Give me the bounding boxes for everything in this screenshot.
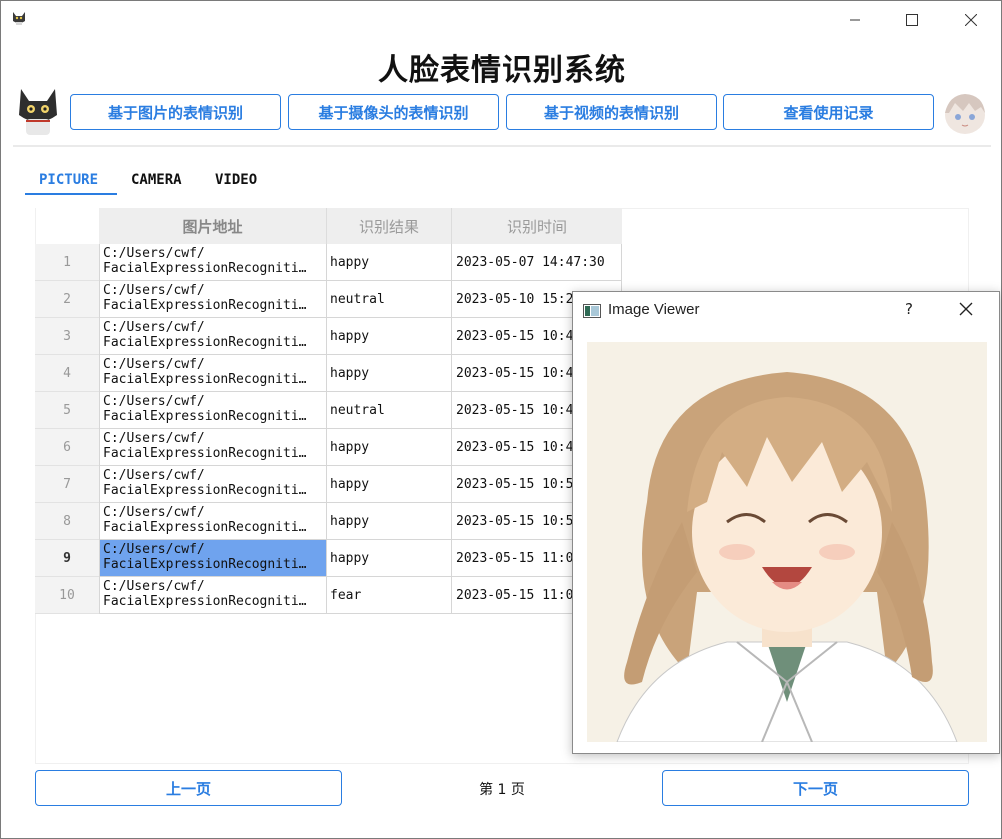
path-line-2: FacialExpressionRecogniti… — [103, 557, 307, 572]
path-cell[interactable]: C:/Users/cwf/FacialExpressionRecogniti… — [99, 355, 327, 392]
anime-girl-image — [587, 342, 987, 742]
path-line-2: FacialExpressionRecogniti… — [103, 261, 307, 276]
maximize-button[interactable] — [897, 7, 927, 33]
path-line-2: FacialExpressionRecogniti… — [103, 594, 307, 609]
viewer-title: Image Viewer — [608, 301, 700, 318]
column-header-time[interactable]: 识别时间 — [452, 208, 622, 244]
path-cell[interactable]: C:/Users/cwf/FacialExpressionRecogniti… — [99, 244, 327, 281]
result-cell[interactable]: happy — [327, 355, 452, 392]
page-indicator: 第 1 页 — [479, 782, 525, 798]
result-cell[interactable]: happy — [327, 466, 452, 503]
path-line-2: FacialExpressionRecogniti… — [103, 335, 307, 350]
path-line-2: FacialExpressionRecogniti… — [103, 446, 307, 461]
usage-history-button[interactable]: 查看使用记录 — [723, 94, 934, 130]
table-row[interactable]: 10 C:/Users/cwf/FacialExpressionRecogniti… — [35, 577, 622, 614]
row-number[interactable]: 1 — [35, 244, 99, 281]
tab-camera[interactable]: CAMERA — [131, 172, 182, 188]
path-cell[interactable]: C:/Users/cwf/FacialExpressionRecogniti… — [99, 577, 327, 614]
result-cell[interactable]: happy — [327, 318, 452, 355]
path-cell[interactable]: C:/Users/cwf/FacialExpressionRecogniti… — [99, 466, 327, 503]
path-line-2: FacialExpressionRecogniti… — [103, 409, 307, 424]
path-line-1: C:/Users/cwf/ — [103, 394, 205, 409]
maximize-icon — [906, 14, 918, 26]
table-row[interactable]: 6 C:/Users/cwf/FacialExpressionRecogniti…… — [35, 429, 622, 466]
path-line-1: C:/Users/cwf/ — [103, 542, 205, 557]
row-number[interactable]: 5 — [35, 392, 99, 429]
path-line-2: FacialExpressionRecogniti… — [103, 520, 307, 535]
avatar-image — [945, 94, 985, 134]
cat-mascot-image — [19, 89, 57, 135]
path-cell[interactable]: C:/Users/cwf/FacialExpressionRecogniti… — [99, 540, 327, 577]
column-header-result[interactable]: 识别结果 — [327, 208, 452, 244]
table-row[interactable]: 1 C:/Users/cwf/FacialExpressionRecogniti…… — [35, 244, 622, 281]
image-viewer-icon — [583, 304, 601, 318]
table-row[interactable]: 9 C:/Users/cwf/FacialExpressionRecogniti…… — [35, 540, 622, 577]
camera-recognition-button[interactable]: 基于摄像头的表情识别 — [288, 94, 499, 130]
row-number[interactable]: 2 — [35, 281, 99, 318]
table-row[interactable]: 3 C:/Users/cwf/FacialExpressionRecogniti…… — [35, 318, 622, 355]
column-header-path[interactable]: 图片地址 — [99, 208, 327, 244]
table-corner — [36, 208, 100, 244]
path-cell[interactable]: C:/Users/cwf/FacialExpressionRecogniti… — [99, 318, 327, 355]
close-button[interactable] — [956, 7, 986, 33]
result-cell[interactable]: neutral — [327, 392, 452, 429]
path-cell[interactable]: C:/Users/cwf/FacialExpressionRecogniti… — [99, 503, 327, 540]
path-line-1: C:/Users/cwf/ — [103, 283, 205, 298]
table-row[interactable]: 2 C:/Users/cwf/FacialExpressionRecogniti…… — [35, 281, 622, 318]
result-cell[interactable]: happy — [327, 429, 452, 466]
row-number[interactable]: 10 — [35, 577, 99, 614]
row-number[interactable]: 9 — [35, 540, 99, 577]
image-viewer-dialog: Image Viewer ? — [572, 291, 1000, 754]
next-page-button[interactable]: 下一页 — [662, 770, 969, 806]
path-line-1: C:/Users/cwf/ — [103, 357, 205, 372]
time-cell[interactable]: 2023-05-07 14:47:30 — [452, 244, 622, 281]
path-line-2: FacialExpressionRecogniti… — [103, 372, 307, 387]
path-line-1: C:/Users/cwf/ — [103, 320, 205, 335]
row-number[interactable]: 7 — [35, 466, 99, 503]
path-cell[interactable]: C:/Users/cwf/FacialExpressionRecogniti… — [99, 429, 327, 466]
prev-page-button[interactable]: 上一页 — [35, 770, 342, 806]
result-cell[interactable]: happy — [327, 503, 452, 540]
image-recognition-button[interactable]: 基于图片的表情识别 — [70, 94, 281, 130]
path-line-1: C:/Users/cwf/ — [103, 579, 205, 594]
row-number[interactable]: 8 — [35, 503, 99, 540]
path-line-2: FacialExpressionRecogniti… — [103, 483, 307, 498]
path-line-1: C:/Users/cwf/ — [103, 505, 205, 520]
table-row[interactable]: 8 C:/Users/cwf/FacialExpressionRecogniti…… — [35, 503, 622, 540]
result-cell[interactable]: happy — [327, 540, 452, 577]
row-number[interactable]: 4 — [35, 355, 99, 392]
path-line-1: C:/Users/cwf/ — [103, 246, 205, 261]
tab-video[interactable]: VIDEO — [215, 172, 257, 188]
video-recognition-button[interactable]: 基于视频的表情识别 — [506, 94, 717, 130]
row-number[interactable]: 3 — [35, 318, 99, 355]
tab-picture[interactable]: PICTURE — [39, 172, 98, 188]
row-number[interactable]: 6 — [35, 429, 99, 466]
minimize-icon — [850, 19, 860, 21]
path-line-1: C:/Users/cwf/ — [103, 431, 205, 446]
table-row[interactable]: 4 C:/Users/cwf/FacialExpressionRecogniti…… — [35, 355, 622, 392]
result-cell[interactable]: fear — [327, 577, 452, 614]
minimize-button[interactable] — [840, 7, 870, 33]
help-button[interactable]: ? — [905, 300, 913, 318]
result-cell[interactable]: neutral — [327, 281, 452, 318]
path-line-2: FacialExpressionRecogniti… — [103, 298, 307, 313]
cat-app-icon — [13, 12, 25, 25]
close-icon[interactable] — [958, 301, 974, 317]
active-tab-indicator — [25, 193, 117, 195]
divider — [13, 145, 991, 147]
table-row[interactable]: 7 C:/Users/cwf/FacialExpressionRecogniti…… — [35, 466, 622, 503]
result-cell[interactable]: happy — [327, 244, 452, 281]
page-title: 人脸表情识别系统 — [378, 53, 626, 88]
close-icon — [965, 14, 977, 26]
table-row[interactable]: 5 C:/Users/cwf/FacialExpressionRecogniti…… — [35, 392, 622, 429]
path-line-1: C:/Users/cwf/ — [103, 468, 205, 483]
path-cell[interactable]: C:/Users/cwf/FacialExpressionRecogniti… — [99, 392, 327, 429]
path-cell[interactable]: C:/Users/cwf/FacialExpressionRecogniti… — [99, 281, 327, 318]
